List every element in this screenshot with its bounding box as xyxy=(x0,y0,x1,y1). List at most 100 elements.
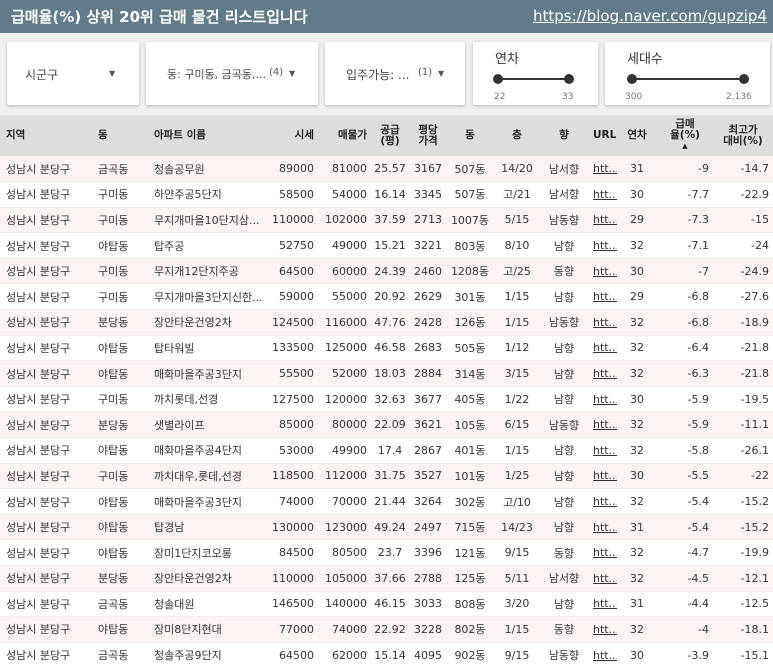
households-slider-min-handle[interactable] xyxy=(627,74,637,84)
cell-url-link[interactable]: htt... xyxy=(587,463,617,490)
col-header-sorted[interactable]: 급매 율(%) ▲ xyxy=(657,115,713,156)
blog-link[interactable]: https://blog.naver.com/gupzip4 xyxy=(533,7,767,25)
cell-url-link[interactable]: htt... xyxy=(587,642,617,667)
cell-url-link[interactable]: htt... xyxy=(587,181,617,208)
cell-region: 성남시 분당구 xyxy=(0,283,92,311)
cell-url-link[interactable]: htt... xyxy=(587,156,617,183)
cell-discount-rate: -5.8 xyxy=(657,437,713,464)
cell-building: 507동 xyxy=(447,181,493,208)
table-row[interactable]: 성남시 분당구 구미동 까치대우,롯데,선경 118500 112000 31.75 352… xyxy=(0,463,773,490)
table-row[interactable]: 성남시 분당구 구미동 무지개마을10단지삼... 110000 102000 37.59… xyxy=(0,207,773,234)
year-slider-box: 연차 22 33 xyxy=(473,42,598,105)
table-row[interactable]: 성남시 분당구 구미동 무지개12단지주공 64500 60000 24.39 2460 12… xyxy=(0,258,773,285)
cell-supply-area: 24.39 xyxy=(371,258,409,285)
col-header[interactable]: 매물가 xyxy=(318,115,371,156)
cell-url-link[interactable]: htt... xyxy=(587,591,617,618)
table-row[interactable]: 성남시 분당구 야탑동 장미1단지코오롱 84500 80500 23.7 3396 121동… xyxy=(0,539,773,566)
cell-age-years: 30 xyxy=(617,181,657,208)
cell-region: 성남시 분당구 xyxy=(0,463,92,490)
cell-market-price: 55500 xyxy=(268,360,318,387)
cell-apartment-name: 장미1단지코오롱 xyxy=(148,539,268,566)
cell-url-link[interactable]: htt... xyxy=(587,360,617,387)
cell-supply-area: 15.14 xyxy=(371,642,409,667)
cell-supply-area: 20.92 xyxy=(371,283,409,311)
cell-building: 105동 xyxy=(447,411,493,439)
table-row[interactable]: 성남시 분당구 분당동 장안타운건영2차 110000 105000 37.66 2788 1… xyxy=(0,565,773,592)
table-row[interactable]: 성남시 분당구 금곡동 청솔주공9단지 64500 62000 15.14 4095 902동… xyxy=(0,642,773,667)
households-slider-max-handle[interactable] xyxy=(739,74,749,84)
cell-url-link[interactable]: htt... xyxy=(587,437,617,464)
cell-supply-area: 32.63 xyxy=(371,386,409,413)
table-row[interactable]: 성남시 분당구 야탑동 장미8단지현대 77000 74000 22.92 3228 802동… xyxy=(0,616,773,643)
cell-price-per-pyeong: 3677 xyxy=(409,386,447,413)
cell-dong: 야탑동 xyxy=(92,488,148,515)
table-row[interactable]: 성남시 분당구 야탑동 탑주공 52750 49000 15.21 3221 803동 8/10… xyxy=(0,232,773,259)
cell-supply-area: 46.15 xyxy=(371,591,409,618)
col-header[interactable]: 최고가 대비(%) xyxy=(713,115,773,156)
col-header[interactable]: 시세 xyxy=(268,115,318,156)
table-row[interactable]: 성남시 분당구 야탑동 탑경남 130000 123000 49.24 2497 715동 14… xyxy=(0,514,773,541)
cell-url-link[interactable]: htt... xyxy=(587,232,617,259)
year-slider-min-handle[interactable] xyxy=(493,74,503,84)
col-header[interactable]: 동 xyxy=(92,115,148,156)
table-row[interactable]: 성남시 분당구 야탑동 매화마을주공4단지 53000 49900 17.4 2867 401… xyxy=(0,437,773,464)
cell-url-link[interactable]: htt... xyxy=(587,488,617,515)
cell-dong: 구미동 xyxy=(92,283,148,311)
table-row[interactable]: 성남시 분당구 야탑동 매화마을주공3단지 74000 70000 21.44 3264 30… xyxy=(0,488,773,515)
cell-apartment-name: 무지개12단지주공 xyxy=(148,258,268,285)
households-slider-track[interactable] xyxy=(631,78,744,80)
cell-age-years: 32 xyxy=(617,411,657,439)
ready-dropdown[interactable]: 입주가능: ... (1) ▼ xyxy=(325,42,465,105)
cell-apartment-name: 장미8단지현대 xyxy=(148,616,268,643)
cell-url-link[interactable]: htt... xyxy=(587,207,617,234)
cell-vs-peak: -14.7 xyxy=(713,156,773,183)
table-row[interactable]: 성남시 분당구 구미동 무지개마을3단지신한... 59000 55000 20.92 26… xyxy=(0,283,773,311)
cell-price-per-pyeong: 3033 xyxy=(409,591,447,618)
table-row[interactable]: 성남시 분당구 금곡동 청솔공무원 89000 81000 25.57 3167 507동 14… xyxy=(0,156,773,183)
table-row[interactable]: 성남시 분당구 야탑동 탑타워빌 133500 125000 46.58 2683 505동 1… xyxy=(0,335,773,362)
col-header[interactable]: 평당 가격 xyxy=(409,115,447,156)
table-row[interactable]: 성남시 분당구 구미동 까치롯데,선경 127500 120000 32.63 3677 40… xyxy=(0,386,773,413)
cell-url-link[interactable]: htt... xyxy=(587,616,617,643)
cell-price-per-pyeong: 2788 xyxy=(409,565,447,592)
cell-apartment-name: 탑주공 xyxy=(148,232,268,259)
filter-bar: 시군구 ▼ 동: 구미동, 금곡동,... (4) ▼ 입주가능: ... (1… xyxy=(0,33,773,115)
sigungu-dropdown[interactable]: 시군구 ▼ xyxy=(7,42,139,105)
col-header[interactable]: 층 xyxy=(493,115,541,156)
col-header[interactable]: URL xyxy=(587,115,617,156)
table-row[interactable]: 성남시 분당구 구미동 하얀주공5단지 58500 54000 16.14 3345 507동… xyxy=(0,181,773,208)
col-header[interactable]: 연차 xyxy=(617,115,657,156)
table-row[interactable]: 성남시 분당구 야탑동 매화마을주공3단지 55500 52000 18.03 2884 31… xyxy=(0,360,773,387)
col-header[interactable]: 동 xyxy=(447,115,493,156)
cell-building: 405동 xyxy=(447,386,493,413)
cell-url-link[interactable]: htt... xyxy=(587,539,617,566)
cell-url-link[interactable]: htt... xyxy=(587,335,617,362)
cell-discount-rate: -5.9 xyxy=(657,386,713,413)
cell-url-link[interactable]: htt... xyxy=(587,283,617,311)
cell-url-link[interactable]: htt... xyxy=(587,565,617,592)
year-slider-track[interactable] xyxy=(497,78,569,80)
table-row[interactable]: 성남시 분당구 분당동 장안타운건영2차 124500 116000 47.76 2428 1… xyxy=(0,309,773,336)
dong-dropdown[interactable]: 동: 구미동, 금곡동,... (4) ▼ xyxy=(146,42,318,105)
cell-dong: 구미동 xyxy=(92,258,148,285)
cell-apartment-name: 무지개마을3단지신한... xyxy=(148,283,268,311)
cell-supply-area: 25.57 xyxy=(371,156,409,183)
cell-vs-peak: -22.9 xyxy=(713,181,773,208)
cell-supply-area: 22.92 xyxy=(371,616,409,643)
col-header[interactable]: 지역 xyxy=(0,115,92,156)
table-row[interactable]: 성남시 분당구 금곡동 청솔대원 146500 140000 46.15 3033 808동 3… xyxy=(0,591,773,618)
cell-region: 성남시 분당구 xyxy=(0,437,92,464)
cell-direction: 남서향 xyxy=(541,565,587,592)
cell-listing-price: 120000 xyxy=(318,386,371,413)
table-row[interactable]: 성남시 분당구 분당동 샛별라이프 85000 80000 22.09 3621 105동 6/… xyxy=(0,411,773,439)
col-header[interactable]: 향 xyxy=(541,115,587,156)
cell-apartment-name: 장안타운건영2차 xyxy=(148,565,268,592)
cell-url-link[interactable]: htt... xyxy=(587,514,617,541)
year-slider-max-handle[interactable] xyxy=(564,74,574,84)
cell-url-link[interactable]: htt... xyxy=(587,309,617,336)
col-header[interactable]: 아파트 이름 xyxy=(148,115,268,156)
cell-url-link[interactable]: htt... xyxy=(587,258,617,285)
cell-url-link[interactable]: htt... xyxy=(587,386,617,413)
col-header[interactable]: 공급 (평) xyxy=(371,115,409,156)
cell-url-link[interactable]: htt... xyxy=(587,411,617,439)
